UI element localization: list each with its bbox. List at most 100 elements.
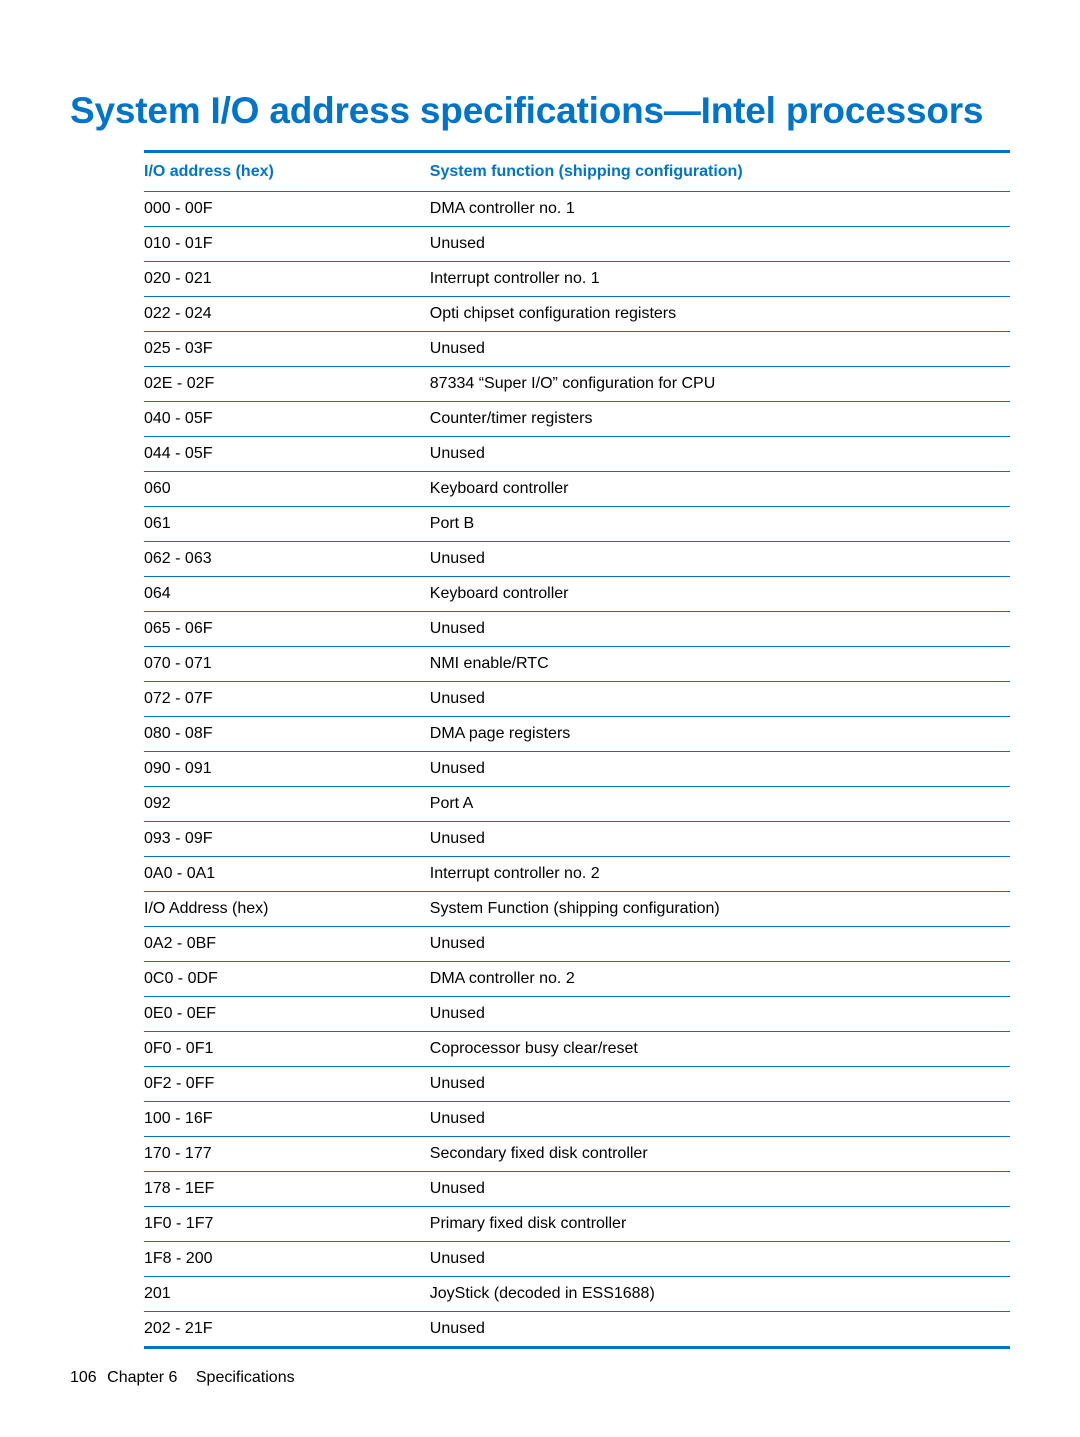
cell-system-function: Keyboard controller	[430, 472, 1010, 507]
cell-system-function: Unused	[430, 927, 1010, 962]
cell-io-address: 100 - 16F	[144, 1102, 430, 1137]
cell-system-function: Unused	[430, 542, 1010, 577]
table-row: 062 - 063Unused	[144, 542, 1010, 577]
cell-io-address: 010 - 01F	[144, 227, 430, 262]
cell-io-address: 0A0 - 0A1	[144, 857, 430, 892]
cell-system-function: Unused	[430, 612, 1010, 647]
cell-io-address: 064	[144, 577, 430, 612]
table-row: 065 - 06FUnused	[144, 612, 1010, 647]
cell-system-function: Opti chipset configuration registers	[430, 297, 1010, 332]
cell-io-address: 000 - 00F	[144, 192, 430, 227]
table-row: 0F2 - 0FFUnused	[144, 1067, 1010, 1102]
cell-io-address: 02E - 02F	[144, 367, 430, 402]
table-row: 010 - 01FUnused	[144, 227, 1010, 262]
section-name: Specifications	[196, 1369, 295, 1386]
cell-system-function: Unused	[430, 822, 1010, 857]
cell-system-function: Unused	[430, 1242, 1010, 1277]
table-row: 000 - 00FDMA controller no. 1	[144, 192, 1010, 227]
cell-io-address: 178 - 1EF	[144, 1172, 430, 1207]
table-row: 1F0 - 1F7Primary fixed disk controller	[144, 1207, 1010, 1242]
table-row: 0A0 - 0A1Interrupt controller no. 2	[144, 857, 1010, 892]
cell-io-address: 090 - 091	[144, 752, 430, 787]
cell-system-function: Unused	[430, 1102, 1010, 1137]
cell-system-function: Unused	[430, 682, 1010, 717]
cell-system-function: Unused	[430, 997, 1010, 1032]
chapter-label: Chapter 6	[107, 1369, 177, 1386]
cell-io-address: 0A2 - 0BF	[144, 927, 430, 962]
cell-io-address: 070 - 071	[144, 647, 430, 682]
cell-system-function: Coprocessor busy clear/reset	[430, 1032, 1010, 1067]
table-row: 090 - 091Unused	[144, 752, 1010, 787]
table-row: 1F8 - 200Unused	[144, 1242, 1010, 1277]
cell-io-address: 202 - 21F	[144, 1312, 430, 1348]
cell-system-function: Unused	[430, 1067, 1010, 1102]
cell-system-function: System Function (shipping configuration)	[430, 892, 1010, 927]
cell-io-address: 1F8 - 200	[144, 1242, 430, 1277]
table-row: 178 - 1EFUnused	[144, 1172, 1010, 1207]
table-row: 02E - 02F87334 “Super I/O” configuration…	[144, 367, 1010, 402]
table-row: 061Port B	[144, 507, 1010, 542]
table-row: 0F0 - 0F1Coprocessor busy clear/reset	[144, 1032, 1010, 1067]
cell-system-function: Counter/timer registers	[430, 402, 1010, 437]
table-row: 080 - 08FDMA page registers	[144, 717, 1010, 752]
cell-io-address: I/O Address (hex)	[144, 892, 430, 927]
cell-io-address: 025 - 03F	[144, 332, 430, 367]
table-row: I/O Address (hex)System Function (shippi…	[144, 892, 1010, 927]
cell-io-address: 040 - 05F	[144, 402, 430, 437]
table-row: 020 - 021Interrupt controller no. 1	[144, 262, 1010, 297]
table-row: 093 - 09FUnused	[144, 822, 1010, 857]
table-row: 170 - 177Secondary fixed disk controller	[144, 1137, 1010, 1172]
cell-system-function: 87334 “Super I/O” configuration for CPU	[430, 367, 1010, 402]
table-row: 040 - 05FCounter/timer registers	[144, 402, 1010, 437]
cell-system-function: Interrupt controller no. 1	[430, 262, 1010, 297]
cell-system-function: JoyStick (decoded in ESS1688)	[430, 1277, 1010, 1312]
header-io-address: I/O address (hex)	[144, 152, 430, 192]
cell-system-function: DMA controller no. 1	[430, 192, 1010, 227]
cell-io-address: 072 - 07F	[144, 682, 430, 717]
cell-io-address: 060	[144, 472, 430, 507]
cell-system-function: Primary fixed disk controller	[430, 1207, 1010, 1242]
cell-io-address: 0E0 - 0EF	[144, 997, 430, 1032]
cell-system-function: DMA page registers	[430, 717, 1010, 752]
table-row: 022 - 024Opti chipset configuration regi…	[144, 297, 1010, 332]
page-footer: 106 Chapter 6 Specifications	[70, 1369, 295, 1387]
table-row: 072 - 07FUnused	[144, 682, 1010, 717]
table-row: 044 - 05FUnused	[144, 437, 1010, 472]
cell-io-address: 0F2 - 0FF	[144, 1067, 430, 1102]
cell-system-function: Unused	[430, 332, 1010, 367]
cell-io-address: 092	[144, 787, 430, 822]
cell-system-function: Unused	[430, 437, 1010, 472]
cell-system-function: Keyboard controller	[430, 577, 1010, 612]
table-row: 0C0 - 0DFDMA controller no. 2	[144, 962, 1010, 997]
cell-io-address: 170 - 177	[144, 1137, 430, 1172]
table-row: 0E0 - 0EFUnused	[144, 997, 1010, 1032]
cell-io-address: 0C0 - 0DF	[144, 962, 430, 997]
page-title: System I/O address specifications—Intel …	[70, 90, 1010, 132]
table-row: 100 - 16FUnused	[144, 1102, 1010, 1137]
cell-system-function: Unused	[430, 1172, 1010, 1207]
cell-system-function: NMI enable/RTC	[430, 647, 1010, 682]
cell-io-address: 1F0 - 1F7	[144, 1207, 430, 1242]
table-header-row: I/O address (hex) System function (shipp…	[144, 152, 1010, 192]
cell-io-address: 044 - 05F	[144, 437, 430, 472]
cell-system-function: Port B	[430, 507, 1010, 542]
table-row: 070 - 071NMI enable/RTC	[144, 647, 1010, 682]
header-system-function: System function (shipping configuration)	[430, 152, 1010, 192]
table-row: 0A2 - 0BFUnused	[144, 927, 1010, 962]
cell-system-function: Port A	[430, 787, 1010, 822]
table-row: 025 - 03FUnused	[144, 332, 1010, 367]
cell-io-address: 201	[144, 1277, 430, 1312]
cell-io-address: 0F0 - 0F1	[144, 1032, 430, 1067]
table-row: 060Keyboard controller	[144, 472, 1010, 507]
table-row: 092Port A	[144, 787, 1010, 822]
cell-io-address: 062 - 063	[144, 542, 430, 577]
cell-io-address: 093 - 09F	[144, 822, 430, 857]
cell-io-address: 080 - 08F	[144, 717, 430, 752]
cell-system-function: Unused	[430, 752, 1010, 787]
document-page: System I/O address specifications—Intel …	[0, 0, 1080, 1349]
cell-io-address: 020 - 021	[144, 262, 430, 297]
cell-system-function: DMA controller no. 2	[430, 962, 1010, 997]
page-number: 106	[70, 1369, 97, 1386]
cell-system-function: Unused	[430, 227, 1010, 262]
cell-io-address: 061	[144, 507, 430, 542]
